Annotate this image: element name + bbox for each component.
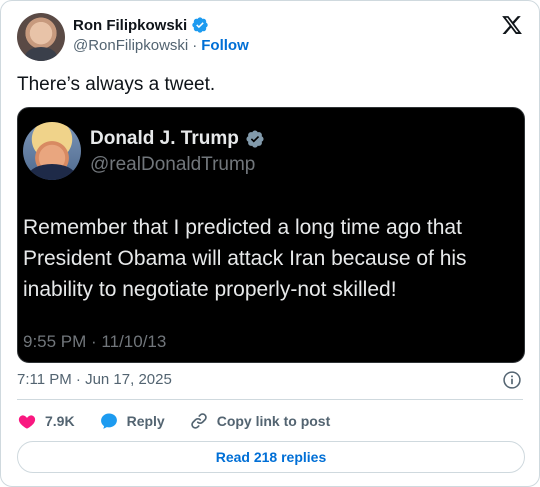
like-button[interactable]: 7.9K xyxy=(17,411,75,431)
info-icon[interactable] xyxy=(502,370,522,390)
quoted-body: Remember that I predicted a long time ag… xyxy=(23,216,467,301)
author-name[interactable]: Ron Filipkowski xyxy=(73,17,187,34)
quoted-time: 9:55 PM · 11/10/13 xyxy=(23,332,167,351)
embedded-screenshot[interactable]: Donald J. Trump @realDonaldTrump Remembe… xyxy=(17,107,525,363)
quoted-avatar xyxy=(23,122,81,180)
heart-icon xyxy=(18,415,36,429)
copy-link-label: Copy link to post xyxy=(216,413,331,429)
read-replies-button[interactable]: Read 218 replies xyxy=(17,441,525,473)
quoted-verified-badge-icon xyxy=(246,130,264,148)
quoted-name: Donald J. Trump xyxy=(90,128,239,149)
reply-label: Reply xyxy=(126,413,165,429)
action-bar: 7.9K Reply Copy link to post xyxy=(17,410,354,432)
reply-button[interactable]: Reply xyxy=(99,411,165,431)
tweet-text: There’s always a tweet. xyxy=(17,74,216,95)
quoted-name-row: Donald J. Trump xyxy=(90,128,265,150)
divider xyxy=(17,399,523,400)
link-icon xyxy=(190,413,207,429)
embedded-tweet-card: Ron Filipkowski @RonFilipkowski · Follow… xyxy=(0,0,540,487)
x-logo-icon[interactable] xyxy=(501,14,523,36)
follow-link[interactable]: Follow xyxy=(201,37,249,54)
author-name-row[interactable]: Ron Filipkowski xyxy=(73,16,209,34)
quoted-handle: @realDonaldTrump xyxy=(90,154,256,175)
meta-separator: · xyxy=(192,37,198,54)
author-meta: @RonFilipkowski · Follow xyxy=(73,37,249,54)
copy-link-button[interactable]: Copy link to post xyxy=(189,411,331,431)
author-handle[interactable]: @RonFilipkowski xyxy=(73,37,188,54)
reply-bubble-icon xyxy=(100,413,117,429)
tweet-timestamp[interactable]: 7:11 PM · Jun 17, 2025 xyxy=(17,371,172,388)
author-avatar[interactable] xyxy=(17,13,65,61)
verified-badge-icon xyxy=(192,17,208,33)
like-count: 7.9K xyxy=(45,413,75,429)
